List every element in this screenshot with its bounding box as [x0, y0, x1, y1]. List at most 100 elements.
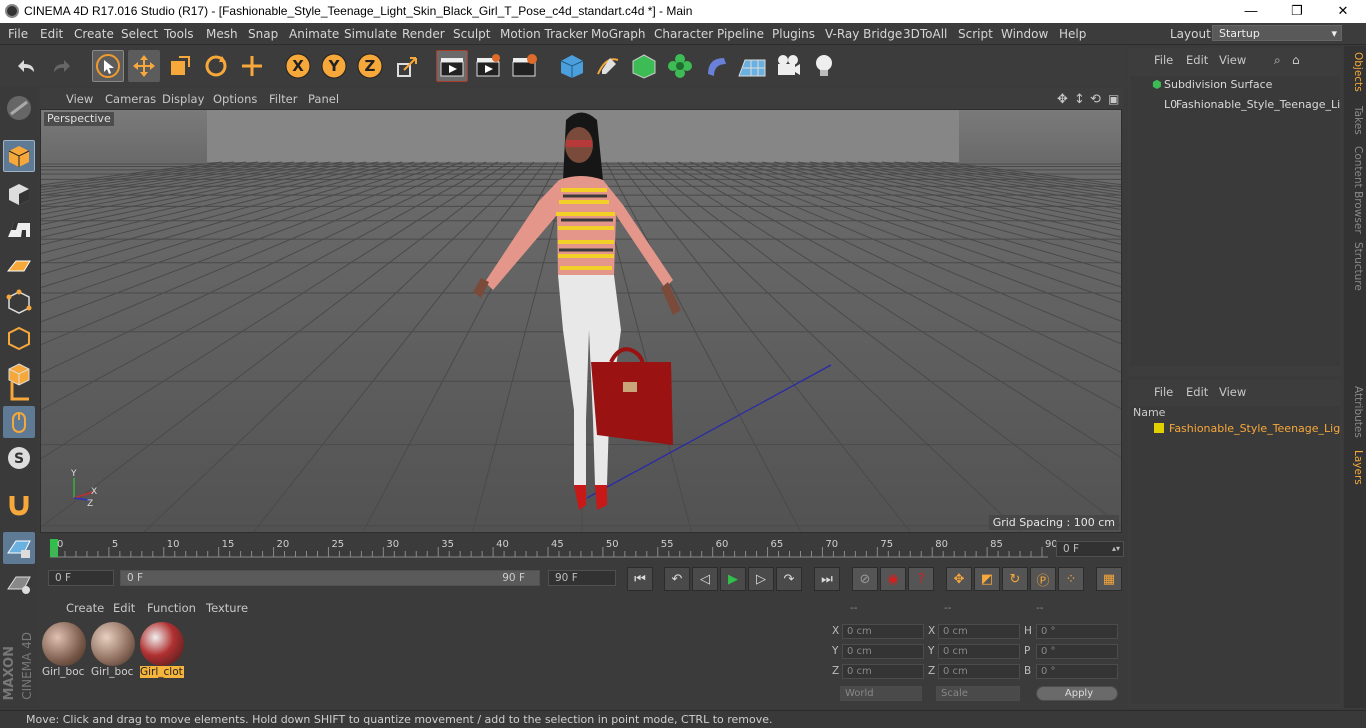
- menu-plugins[interactable]: Plugins: [772, 27, 815, 41]
- viewport-rotate-icon[interactable]: ⟲: [1090, 92, 1101, 107]
- go-to-end-button[interactable]: ⏭: [814, 567, 840, 591]
- coord-mode-dropdown[interactable]: Scale: [936, 686, 1020, 701]
- object-girl-model[interactable]: Fashionable_Style_Teenage_Ligh: [1176, 98, 1340, 111]
- size-z-field[interactable]: 0 cm: [938, 664, 1020, 679]
- next-key-button[interactable]: ↷: [776, 567, 802, 591]
- enable-axis-button[interactable]: [3, 376, 35, 408]
- rot-p-field[interactable]: 0 °: [1036, 644, 1118, 659]
- planar-workplane-button[interactable]: [3, 568, 35, 600]
- record-position-button[interactable]: ✥: [946, 567, 972, 591]
- material-menu-texture[interactable]: Texture: [206, 601, 248, 615]
- play-button[interactable]: ▶: [720, 567, 746, 591]
- layer-color-swatch[interactable]: [1154, 423, 1164, 433]
- perspective-viewport[interactable]: Y X Z Perspective Grid Spacing : 100 cm: [40, 109, 1122, 533]
- magnet-button[interactable]: [3, 488, 35, 520]
- menu-tools[interactable]: Tools: [164, 27, 194, 41]
- menu-mograph[interactable]: MoGraph: [591, 27, 646, 41]
- viewport-zoom-icon[interactable]: ↕: [1074, 92, 1085, 107]
- apply-button[interactable]: Apply: [1036, 686, 1118, 701]
- menu-sculpt[interactable]: Sculpt: [453, 27, 490, 41]
- camera-label[interactable]: Perspective: [44, 112, 114, 126]
- pos-y-field[interactable]: 0 cm: [842, 644, 924, 659]
- object-subdivision-surface[interactable]: Subdivision Surface: [1164, 78, 1272, 91]
- viewport-menu-options[interactable]: Options: [213, 92, 257, 106]
- points-mode-button[interactable]: [3, 286, 35, 318]
- menu-mesh[interactable]: Mesh: [206, 27, 238, 41]
- menu-render[interactable]: Render: [402, 27, 445, 41]
- material-name-2[interactable]: Girl_boc: [91, 666, 135, 678]
- material-menu-create[interactable]: Create: [66, 601, 104, 615]
- menu-simulate[interactable]: Simulate: [344, 27, 397, 41]
- scale-tool-button[interactable]: [164, 50, 196, 82]
- record-rotation-button[interactable]: ↻: [1002, 567, 1028, 591]
- menu-snap[interactable]: Snap: [248, 27, 278, 41]
- material-menu-function[interactable]: Function: [147, 601, 196, 615]
- next-frame-button[interactable]: ▷: [748, 567, 774, 591]
- menu-file[interactable]: File: [8, 27, 28, 41]
- go-to-start-button[interactable]: ⏮: [627, 567, 653, 591]
- material-swatch-3[interactable]: [140, 622, 184, 666]
- previous-frame-button[interactable]: ◁: [692, 567, 718, 591]
- minimize-button[interactable]: —: [1228, 0, 1274, 23]
- material-menu-edit[interactable]: Edit: [113, 601, 135, 615]
- keyframe-selection-button[interactable]: ?: [908, 567, 934, 591]
- menu-3dtoall[interactable]: 3DToAll: [903, 27, 947, 41]
- menu-window[interactable]: Window: [1001, 27, 1048, 41]
- snap-button[interactable]: S: [3, 442, 35, 474]
- menu-script[interactable]: Script: [958, 27, 993, 41]
- size-x-field[interactable]: 0 cm: [938, 624, 1020, 639]
- material-swatch-1[interactable]: [42, 622, 86, 666]
- z-axis-lock-button[interactable]: Z: [354, 50, 386, 82]
- floor-button[interactable]: [736, 50, 768, 82]
- objects-menu-edit[interactable]: Edit: [1186, 53, 1208, 67]
- pos-z-field[interactable]: 0 cm: [842, 664, 924, 679]
- rot-b-field[interactable]: 0 °: [1036, 664, 1118, 679]
- tweak-mode-button[interactable]: [3, 406, 35, 438]
- menu-edit[interactable]: Edit: [40, 27, 63, 41]
- viewport-menu-display[interactable]: Display: [162, 92, 204, 106]
- menu-help[interactable]: Help: [1059, 27, 1086, 41]
- rotate-tool-button[interactable]: [200, 50, 232, 82]
- live-selection-button[interactable]: [92, 50, 124, 82]
- material-swatch-2[interactable]: [91, 622, 135, 666]
- viewport-maximize-icon[interactable]: ▣: [1108, 92, 1119, 106]
- lock-workplane-button[interactable]: [3, 532, 35, 564]
- material-name-1[interactable]: Girl_boc: [42, 666, 86, 678]
- menu-select[interactable]: Select: [121, 27, 158, 41]
- current-frame-field[interactable]: 0 F ▴▾: [1056, 541, 1124, 557]
- texture-mode-button[interactable]: [3, 178, 35, 210]
- viewport-menu-panel[interactable]: Panel: [308, 92, 339, 106]
- menu-animate[interactable]: Animate: [289, 27, 339, 41]
- record-pla-button[interactable]: ⁘: [1058, 567, 1084, 591]
- x-axis-lock-button[interactable]: X: [282, 50, 314, 82]
- previous-key-button[interactable]: ↶: [664, 567, 690, 591]
- layers-menu-file[interactable]: File: [1154, 385, 1173, 399]
- coord-space-dropdown[interactable]: World: [840, 686, 922, 701]
- viewport-menu-cameras[interactable]: Cameras: [105, 92, 156, 106]
- tab-attributes[interactable]: Attributes: [1346, 386, 1364, 438]
- pos-x-field[interactable]: 0 cm: [842, 624, 924, 639]
- size-y-field[interactable]: 0 cm: [938, 644, 1020, 659]
- home-icon[interactable]: ⌂: [1292, 53, 1300, 67]
- tab-structure[interactable]: Structure: [1346, 242, 1364, 291]
- camera-button[interactable]: [772, 50, 804, 82]
- edges-mode-button[interactable]: [3, 322, 35, 354]
- cloner-button[interactable]: [664, 50, 696, 82]
- rot-h-field[interactable]: 0 °: [1036, 624, 1118, 639]
- viewport-menu-view[interactable]: View: [66, 92, 93, 106]
- pen-spline-button[interactable]: [592, 50, 624, 82]
- record-scale-button[interactable]: ◩: [974, 567, 1000, 591]
- maximize-button[interactable]: ❐: [1274, 0, 1320, 23]
- render-settings-button[interactable]: [508, 50, 540, 82]
- render-to-picture-viewer-button[interactable]: [472, 50, 504, 82]
- close-button[interactable]: ✕: [1320, 0, 1366, 23]
- undo-button[interactable]: [10, 50, 42, 82]
- y-axis-lock-button[interactable]: Y: [318, 50, 350, 82]
- record-keys-button[interactable]: ⊘: [852, 567, 878, 591]
- menu-create[interactable]: Create: [74, 27, 114, 41]
- workplane-mode-button[interactable]: [3, 214, 35, 246]
- redo-button[interactable]: [46, 50, 78, 82]
- material-name-3[interactable]: Girl_clot: [140, 666, 184, 678]
- end-frame-field[interactable]: 90 F: [548, 570, 616, 586]
- cube-object-button[interactable]: [556, 50, 588, 82]
